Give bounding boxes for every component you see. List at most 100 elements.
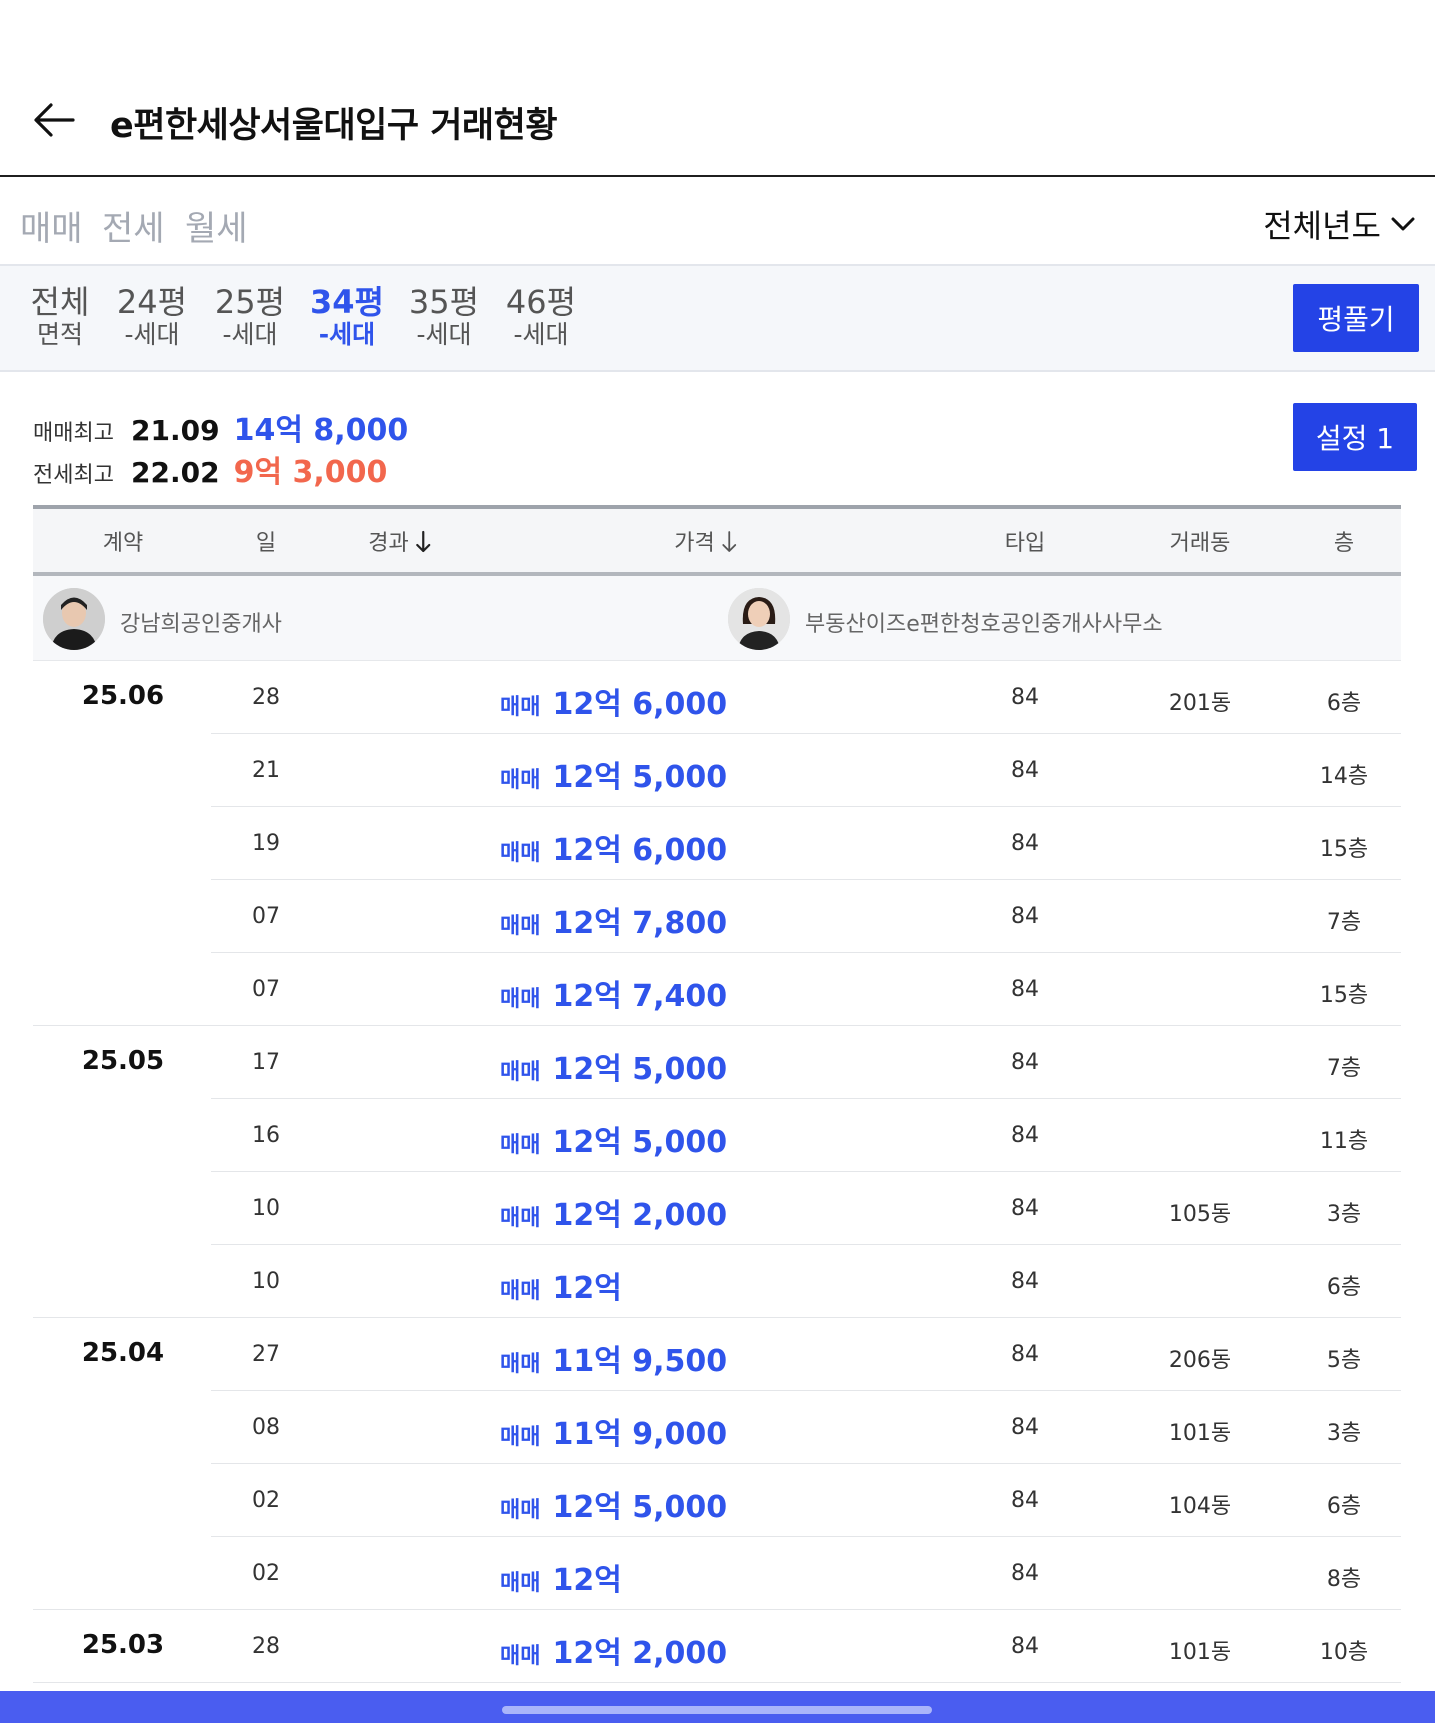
page-title: e편한세상서울대입구 거래현황 <box>110 106 558 146</box>
floor-cell: 14층 <box>1319 764 1369 789</box>
tab-monthly-rent[interactable]: 월세 <box>185 201 248 250</box>
dong-cell: 101동 <box>1168 1421 1232 1446</box>
price-value: 12억 5,000 <box>552 1052 728 1087</box>
area-tab-24[interactable]: 24평 -세대 <box>107 284 197 350</box>
area-tab-25[interactable]: 25평 -세대 <box>205 284 295 350</box>
back-arrow-icon[interactable] <box>33 99 75 141</box>
floor-cell: 6층 <box>1326 1275 1362 1300</box>
deal-tag: 매매 <box>500 987 541 1012</box>
area-tab-label: 24평 <box>116 283 188 321</box>
row-divider <box>33 1682 1401 1683</box>
floor-cell: 11층 <box>1319 1129 1369 1154</box>
table-row[interactable]: 16 매매 12억 5,000 84 11층 <box>33 1099 1401 1172</box>
deal-tag: 매매 <box>500 695 541 720</box>
header-elapsed[interactable]: 경과 <box>368 525 431 557</box>
type-cell: 84 <box>1011 904 1039 929</box>
tab-jeonse[interactable]: 전세 <box>102 201 165 250</box>
table-row[interactable]: 10 매매 12억 84 6층 <box>33 1245 1401 1318</box>
area-tab-all[interactable]: 전체 면적 <box>15 284 105 350</box>
contract-day: 28 <box>252 685 280 710</box>
table-header: 계약 일 경과 가격 타입 거래동 층 <box>33 505 1401 576</box>
area-tab-sub: -세대 <box>318 320 376 349</box>
jeonse-max-label: 전세최고 <box>33 463 114 488</box>
area-tab-label: 46평 <box>505 283 577 321</box>
contract-day: 02 <box>252 1561 280 1586</box>
app-header: e편한세상서울대입구 거래현황 <box>0 0 1435 177</box>
contract-day: 16 <box>252 1123 280 1148</box>
price-cell: 매매 11억 9,500 <box>500 1336 727 1380</box>
type-cell: 84 <box>1011 1342 1039 1367</box>
dong-cell: 104동 <box>1168 1494 1232 1519</box>
table-row[interactable]: 21 매매 12억 5,000 84 14층 <box>33 734 1401 807</box>
header-floor: 층 <box>1333 531 1355 556</box>
agent-name-2[interactable]: 부동산이즈e편한청호공인중개사사무소 <box>805 606 1163 638</box>
price-cell: 매매 12억 <box>500 1555 622 1599</box>
table-row[interactable]: 25.04 27 매매 11억 9,500 84 206동 5층 <box>33 1318 1401 1391</box>
deal-tag: 매매 <box>500 1425 541 1450</box>
chevron-down-icon <box>1391 217 1415 231</box>
dong-cell: 105동 <box>1168 1202 1232 1227</box>
tab-sale[interactable]: 매매 <box>20 201 83 250</box>
table-row[interactable]: 07 매매 12억 7,400 84 15층 <box>33 953 1401 1026</box>
contract-month: 25.03 <box>81 1630 165 1660</box>
header-elapsed-label: 경과 <box>368 531 409 556</box>
agent-name-1[interactable]: 강남희공인중개사 <box>120 606 282 638</box>
price-value: 12억 5,000 <box>552 1125 728 1160</box>
area-tab-35[interactable]: 35평 -세대 <box>399 284 489 350</box>
year-select[interactable]: 전체년도 <box>1263 201 1417 247</box>
price-value: 11억 9,000 <box>552 1417 728 1452</box>
table-row[interactable]: 19 매매 12억 6,000 84 15층 <box>33 807 1401 880</box>
pyeong-toggle-button[interactable]: 평풀기 <box>1293 284 1419 352</box>
settings-button[interactable]: 설정 1 <box>1293 403 1417 471</box>
agent-avatar-2[interactable] <box>728 588 790 650</box>
price-value: 12억 5,000 <box>552 760 728 795</box>
table-row[interactable]: 02 매매 12억 84 8층 <box>33 1537 1401 1610</box>
table-row[interactable]: 10 매매 12억 2,000 84 105동 3층 <box>33 1172 1401 1245</box>
floor-cell: 6층 <box>1326 1494 1362 1519</box>
area-tab-label: 전체 <box>30 283 90 321</box>
price-cell: 매매 12억 5,000 <box>500 752 727 796</box>
deal-tag: 매매 <box>500 914 541 939</box>
sale-max-date: 21.09 <box>131 414 220 447</box>
type-cell: 84 <box>1011 1634 1039 1659</box>
floor-cell: 15층 <box>1319 837 1369 862</box>
header-price[interactable]: 가격 <box>674 525 737 557</box>
price-value: 12억 6,000 <box>552 687 728 722</box>
contract-month: 25.04 <box>81 1338 165 1368</box>
deal-tag: 매매 <box>500 1060 541 1085</box>
table-row[interactable]: 02 매매 12억 5,000 84 104동 6층 <box>33 1464 1401 1537</box>
type-cell: 84 <box>1011 1488 1039 1513</box>
dong-cell: 201동 <box>1168 691 1232 716</box>
table-row[interactable]: 25.06 28 매매 12억 6,000 84 201동 6층 <box>33 661 1401 734</box>
deal-tag: 매매 <box>500 1352 541 1377</box>
contract-month: 25.05 <box>81 1046 165 1076</box>
price-cell: 매매 11억 9,000 <box>500 1409 727 1453</box>
contract-day: 28 <box>252 1634 280 1659</box>
table-row[interactable]: 25.03 28 매매 12억 2,000 84 101동 10층 <box>33 1610 1401 1683</box>
floor-cell: 15층 <box>1319 983 1369 1008</box>
table-row[interactable]: 25.05 17 매매 12억 5,000 84 7층 <box>33 1026 1401 1099</box>
deal-tag: 매매 <box>500 841 541 866</box>
area-tab-34[interactable]: 34평 -세대 <box>302 284 392 350</box>
price-cell: 매매 12억 6,000 <box>500 825 727 869</box>
table-row[interactable]: 07 매매 12억 7,800 84 7층 <box>33 880 1401 953</box>
floor-cell: 6층 <box>1326 691 1362 716</box>
area-tab-label: 34평 <box>310 283 384 321</box>
price-value: 12억 7,400 <box>552 979 728 1014</box>
price-cell: 매매 12억 5,000 <box>500 1117 727 1161</box>
header-dong: 거래동 <box>1169 531 1231 556</box>
header-contract: 계약 <box>102 531 144 556</box>
deal-tag: 매매 <box>500 1206 541 1231</box>
home-indicator[interactable] <box>502 1706 932 1714</box>
area-tab-sub: -세대 <box>513 320 569 349</box>
agent-row: 강남희공인중개사 부동산이즈e편한청호공인중개사사무소 <box>33 576 1401 661</box>
contract-day: 10 <box>252 1196 280 1221</box>
header-type: 타입 <box>1004 531 1046 556</box>
table-row[interactable]: 08 매매 11억 9,000 84 101동 3층 <box>33 1391 1401 1464</box>
floor-cell: 7층 <box>1326 1056 1362 1081</box>
agent-avatar-1[interactable] <box>43 588 105 650</box>
floor-cell: 5층 <box>1326 1348 1362 1373</box>
jeonse-max-price: 9억 3,000 <box>233 455 388 490</box>
type-cell: 84 <box>1011 1561 1039 1586</box>
area-tab-46[interactable]: 46평 -세대 <box>496 284 586 350</box>
